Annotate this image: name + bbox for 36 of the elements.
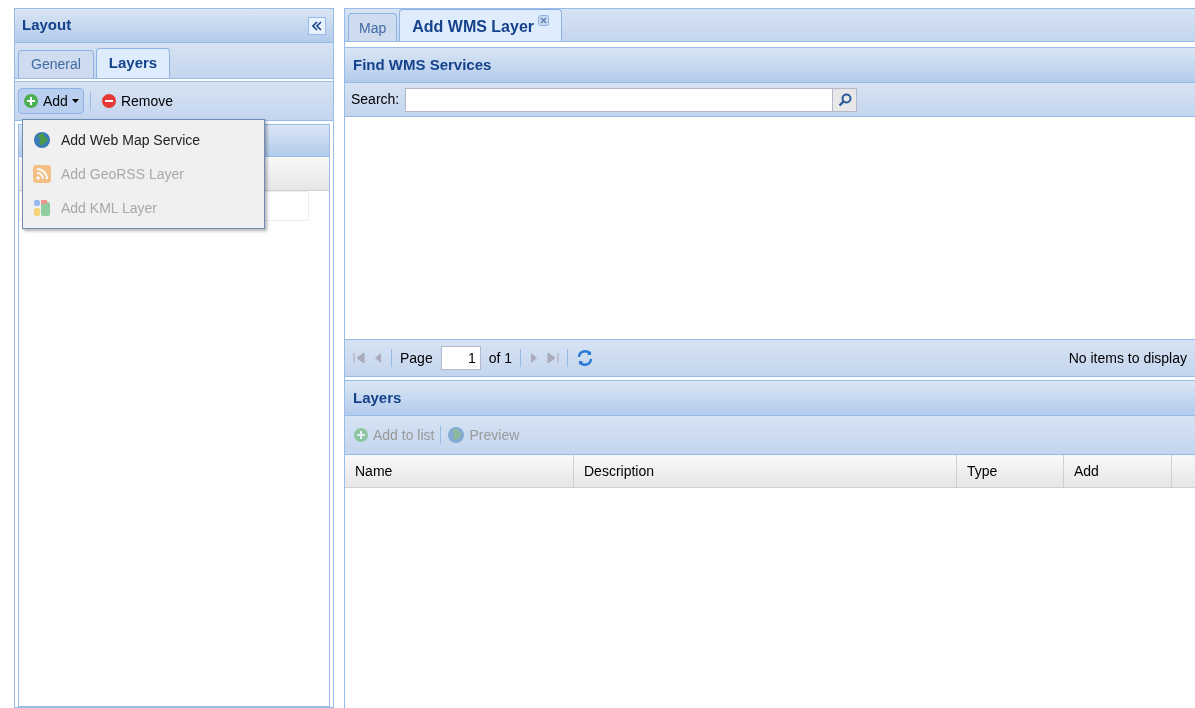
menu-item[interactable]: Add Web Map Service xyxy=(23,123,264,157)
page-label: Page xyxy=(400,348,433,368)
add-button[interactable]: Add xyxy=(18,88,84,114)
column-header[interactable]: Description xyxy=(574,455,957,487)
caret-icon xyxy=(71,99,79,103)
page-count: of 1 xyxy=(488,348,513,368)
page-field[interactable]: 1 xyxy=(440,346,481,370)
globe-icon xyxy=(447,426,466,444)
paging-status: No items to display xyxy=(1068,348,1187,368)
refresh-icon[interactable] xyxy=(576,349,595,367)
double-chevron-icon xyxy=(312,20,322,31)
close-icon[interactable] xyxy=(538,15,550,26)
tab[interactable]: Layers xyxy=(95,48,171,78)
previous-page-icon[interactable] xyxy=(373,352,383,364)
tab[interactable]: Map xyxy=(348,13,398,41)
search-button[interactable] xyxy=(832,88,857,111)
search-field[interactable] xyxy=(405,87,858,112)
search-icon xyxy=(837,92,852,107)
plus-icon xyxy=(23,93,39,109)
column-header[interactable]: Type xyxy=(957,455,1064,487)
collapse-button[interactable] xyxy=(308,16,326,35)
last-page-icon[interactable] xyxy=(547,352,560,364)
first-page-icon[interactable] xyxy=(353,352,365,364)
panel-title: Layers xyxy=(353,387,402,408)
column-header[interactable]: Add xyxy=(1064,455,1172,487)
tab[interactable]: General xyxy=(18,50,94,78)
rss-icon xyxy=(33,165,51,183)
panel-title: Find WMS Services xyxy=(353,54,492,75)
minus-icon xyxy=(100,93,117,109)
column-header[interactable]: Name xyxy=(345,455,574,487)
remove-button[interactable]: Remove xyxy=(96,88,178,114)
plus-icon xyxy=(353,427,369,443)
globe-icon xyxy=(33,131,51,149)
tab[interactable]: Add WMS Layer xyxy=(399,9,563,41)
panel-title: Layout xyxy=(22,15,72,36)
search-label: Search: xyxy=(351,90,400,109)
